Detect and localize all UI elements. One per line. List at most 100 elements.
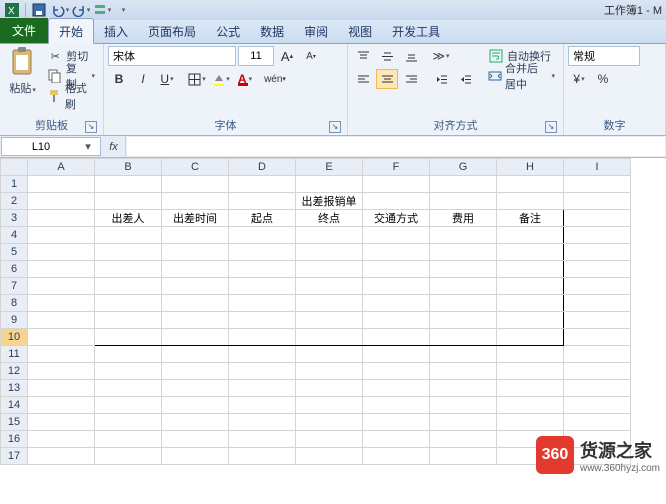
row-header-4[interactable]: 4 (1, 227, 28, 244)
cell-F15[interactable] (363, 414, 430, 431)
cell-I14[interactable] (564, 397, 631, 414)
align-middle-icon[interactable] (376, 46, 398, 66)
cell-B6[interactable] (95, 261, 162, 278)
cell-B13[interactable] (95, 380, 162, 397)
cell-H7[interactable] (497, 278, 564, 295)
cell-D3[interactable]: 起点 (229, 210, 296, 227)
row-header-11[interactable]: 11 (1, 346, 28, 363)
cell-D10[interactable] (229, 329, 296, 346)
cell-A11[interactable] (28, 346, 95, 363)
cell-C11[interactable] (162, 346, 229, 363)
cell-F2[interactable] (363, 193, 430, 210)
cell-I2[interactable] (564, 193, 631, 210)
redo-icon[interactable]: ▾ (71, 1, 91, 19)
font-size-input[interactable] (238, 46, 274, 66)
cell-H4[interactable] (497, 227, 564, 244)
excel-icon[interactable]: X (2, 1, 22, 19)
cell-E13[interactable] (296, 380, 363, 397)
cell-H2[interactable] (497, 193, 564, 210)
tab-page-layout[interactable]: 页面布局 (138, 19, 206, 43)
font-color-button[interactable]: A▾ (234, 69, 256, 89)
cell-E3[interactable]: 终点 (296, 210, 363, 227)
align-bottom-icon[interactable] (400, 46, 422, 66)
cell-B7[interactable] (95, 278, 162, 295)
cell-D16[interactable] (229, 431, 296, 448)
cell-C5[interactable] (162, 244, 229, 261)
cell-C6[interactable] (162, 261, 229, 278)
row-header-7[interactable]: 7 (1, 278, 28, 295)
cell-H1[interactable] (497, 176, 564, 193)
cell-I8[interactable] (564, 295, 631, 312)
cell-D15[interactable] (229, 414, 296, 431)
cell-B15[interactable] (95, 414, 162, 431)
row-header-10[interactable]: 10 (1, 329, 28, 346)
tab-file[interactable]: 文件 (0, 18, 48, 43)
row-header-2[interactable]: 2 (1, 193, 28, 210)
qat-more-icon[interactable]: ▾ (113, 1, 133, 19)
align-top-icon[interactable] (352, 46, 374, 66)
cell-D4[interactable] (229, 227, 296, 244)
tab-formulas[interactable]: 公式 (206, 19, 250, 43)
cell-G5[interactable] (430, 244, 497, 261)
cell-A5[interactable] (28, 244, 95, 261)
cell-D2[interactable] (229, 193, 296, 210)
cell-G14[interactable] (430, 397, 497, 414)
name-box-input[interactable] (2, 141, 80, 153)
row-header-9[interactable]: 9 (1, 312, 28, 329)
qat-custom-icon[interactable]: ▾ (92, 1, 112, 19)
save-icon[interactable] (29, 1, 49, 19)
cell-H9[interactable] (497, 312, 564, 329)
cell-I10[interactable] (564, 329, 631, 346)
cell-G7[interactable] (430, 278, 497, 295)
cell-D12[interactable] (229, 363, 296, 380)
cell-A14[interactable] (28, 397, 95, 414)
cell-B10[interactable] (95, 329, 162, 346)
font-name-input[interactable] (108, 46, 236, 66)
cell-D6[interactable] (229, 261, 296, 278)
cell-A7[interactable] (28, 278, 95, 295)
cell-E7[interactable] (296, 278, 363, 295)
cell-C10[interactable] (162, 329, 229, 346)
phonetic-button[interactable]: wén▾ (264, 69, 286, 89)
cell-G16[interactable] (430, 431, 497, 448)
cell-H3[interactable]: 备注 (497, 210, 564, 227)
row-header-14[interactable]: 14 (1, 397, 28, 414)
row-header-16[interactable]: 16 (1, 431, 28, 448)
cell-F9[interactable] (363, 312, 430, 329)
col-header-H[interactable]: H (497, 159, 564, 176)
tab-data[interactable]: 数据 (250, 19, 294, 43)
cell-F10[interactable] (363, 329, 430, 346)
cell-G8[interactable] (430, 295, 497, 312)
cell-C4[interactable] (162, 227, 229, 244)
cell-D8[interactable] (229, 295, 296, 312)
name-box-dropdown-icon[interactable]: ▾ (80, 140, 96, 153)
cell-D17[interactable] (229, 448, 296, 465)
cell-G17[interactable] (430, 448, 497, 465)
cell-B5[interactable] (95, 244, 162, 261)
cell-A17[interactable] (28, 448, 95, 465)
cell-G1[interactable] (430, 176, 497, 193)
cell-E4[interactable] (296, 227, 363, 244)
cell-C17[interactable] (162, 448, 229, 465)
worksheet-area[interactable]: ABCDEFGHI12出差报销单3出差人出差时间起点终点交通方式费用备注4567… (0, 158, 666, 504)
cell-E15[interactable] (296, 414, 363, 431)
cell-G15[interactable] (430, 414, 497, 431)
row-header-15[interactable]: 15 (1, 414, 28, 431)
cell-D5[interactable] (229, 244, 296, 261)
cell-D1[interactable] (229, 176, 296, 193)
cell-F14[interactable] (363, 397, 430, 414)
cell-G13[interactable] (430, 380, 497, 397)
cell-H15[interactable] (497, 414, 564, 431)
fill-color-button[interactable]: ▾ (210, 69, 232, 89)
italic-button[interactable]: I (132, 69, 154, 89)
cell-F12[interactable] (363, 363, 430, 380)
cell-D11[interactable] (229, 346, 296, 363)
cell-A16[interactable] (28, 431, 95, 448)
tab-developer[interactable]: 开发工具 (382, 19, 450, 43)
cell-A6[interactable] (28, 261, 95, 278)
grid[interactable]: ABCDEFGHI12出差报销单3出差人出差时间起点终点交通方式费用备注4567… (0, 158, 631, 465)
row-header-5[interactable]: 5 (1, 244, 28, 261)
cell-F3[interactable]: 交通方式 (363, 210, 430, 227)
cell-F1[interactable] (363, 176, 430, 193)
cell-D14[interactable] (229, 397, 296, 414)
